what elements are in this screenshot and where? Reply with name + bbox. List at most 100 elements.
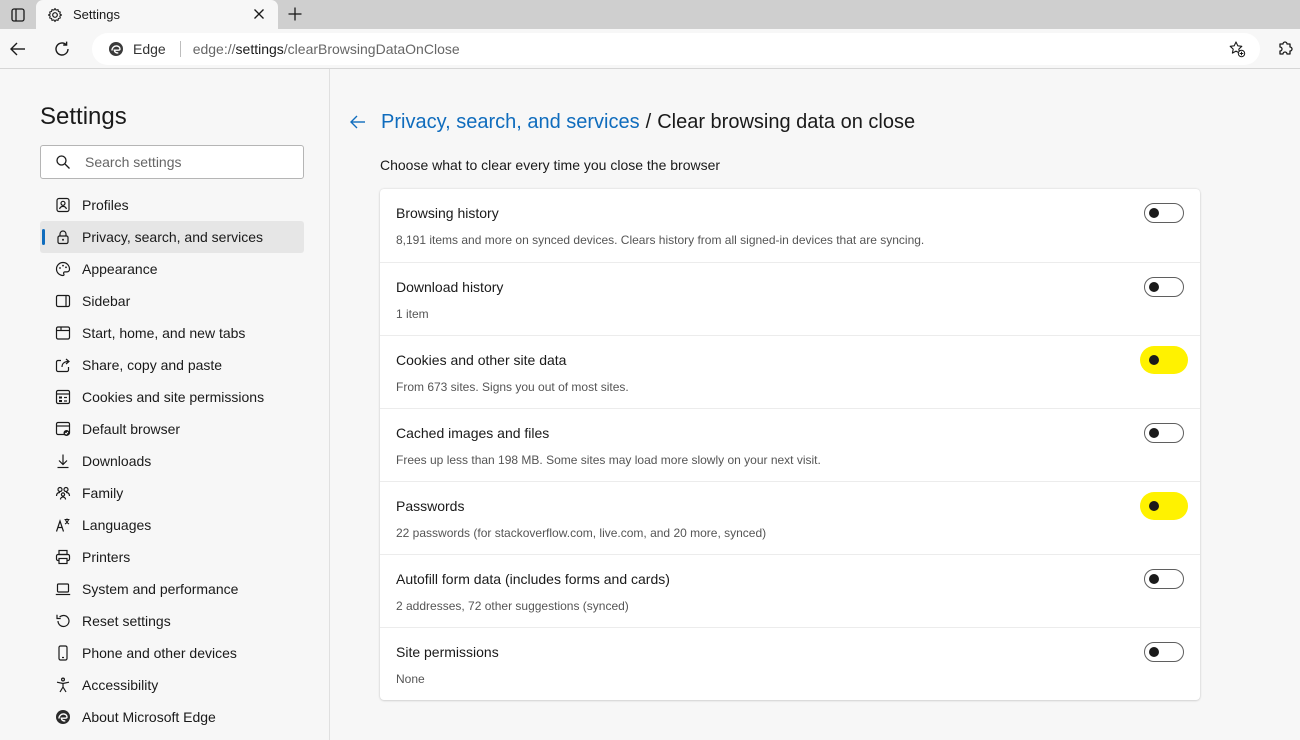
sidebar-item-label: Share, copy and paste	[82, 357, 223, 373]
sidebar-item-about[interactable]: About Microsoft Edge	[40, 701, 304, 733]
clear-options-card: Browsing history 8,191 items and more on…	[380, 189, 1200, 700]
sidebar-item-default-browser[interactable]: Default browser	[40, 413, 304, 445]
lock-icon	[54, 228, 72, 246]
site-identity-label: Edge	[133, 41, 166, 57]
sidebar-item-cookies[interactable]: Cookies and site permissions	[40, 381, 304, 413]
option-description: 1 item	[396, 307, 429, 321]
phone-icon	[54, 644, 72, 662]
download-history-toggle[interactable]	[1144, 277, 1184, 297]
family-icon	[54, 484, 72, 502]
cookies-toggle[interactable]	[1144, 350, 1184, 370]
toggle-knob	[1149, 282, 1159, 292]
intro-text: Choose what to clear every time you clos…	[380, 157, 721, 173]
toggle-knob	[1149, 355, 1159, 365]
sidebar-item-system[interactable]: System and performance	[40, 573, 304, 605]
site-permissions-toggle[interactable]	[1144, 642, 1184, 662]
option-title: Download history	[396, 279, 504, 295]
sidebar-item-profiles[interactable]: Profiles	[40, 189, 304, 221]
settings-sidebar: Settings Profiles Privacy, search, and s…	[0, 69, 330, 740]
option-description: None	[396, 672, 425, 686]
search-input[interactable]	[85, 154, 295, 170]
option-title: Autofill form data (includes forms and c…	[396, 571, 670, 587]
star-add-icon	[1229, 41, 1246, 58]
sidebar-item-reset[interactable]: Reset settings	[40, 605, 304, 637]
toggle-knob	[1149, 208, 1159, 218]
close-icon	[254, 9, 264, 19]
sidebar-item-appearance[interactable]: Appearance	[40, 253, 304, 285]
url-path: /clearBrowsingDataOnClose	[283, 41, 460, 57]
sidebar-item-phone[interactable]: Phone and other devices	[40, 637, 304, 669]
tab-actions-icon	[11, 7, 25, 22]
cached-images-toggle[interactable]	[1144, 423, 1184, 443]
languages-icon	[54, 516, 72, 534]
browsing-history-toggle[interactable]	[1144, 203, 1184, 223]
sidebar-item-label: Start, home, and new tabs	[82, 325, 246, 341]
breadcrumb-parent-link[interactable]: Privacy, search, and services	[381, 111, 640, 134]
site-identity[interactable]: Edge	[108, 41, 166, 57]
sidebar-item-printers[interactable]: Printers	[40, 541, 304, 573]
toolbar: Edge edge://settings/clearBrowsingDataOn…	[0, 29, 1300, 69]
sidebar-item-family[interactable]: Family	[40, 477, 304, 509]
toggle-knob	[1149, 428, 1159, 438]
main-content: Privacy, search, and services / Clear br…	[331, 69, 1300, 740]
reset-icon	[54, 612, 72, 630]
option-description: 2 addresses, 72 other suggestions (synce…	[396, 599, 629, 613]
sidebar-item-label: Profiles	[82, 197, 129, 213]
sidebar-item-downloads[interactable]: Downloads	[40, 445, 304, 477]
plus-icon	[288, 7, 302, 21]
toggle-knob	[1149, 574, 1159, 584]
sidebar-item-label: Cookies and site permissions	[82, 389, 265, 405]
new-tab-button[interactable]	[284, 3, 306, 25]
search-box[interactable]	[40, 145, 304, 179]
toggle-knob	[1149, 647, 1159, 657]
arrow-left-icon	[350, 115, 365, 129]
sidebar-item-label: Phone and other devices	[82, 645, 237, 661]
option-row-browsing-history: Browsing history 8,191 items and more on…	[380, 189, 1200, 262]
sidebar-item-languages[interactable]: Languages	[40, 509, 304, 541]
refresh-button[interactable]	[50, 37, 74, 61]
passwords-toggle[interactable]	[1144, 496, 1184, 516]
download-icon	[54, 452, 72, 470]
add-favorite-button[interactable]	[1228, 40, 1246, 58]
option-title: Browsing history	[396, 205, 499, 221]
sidebar-item-privacy[interactable]: Privacy, search, and services	[40, 221, 304, 253]
sidebar-item-share[interactable]: Share, copy and paste	[40, 349, 304, 381]
sidebar-nav: Profiles Privacy, search, and services A…	[40, 189, 304, 733]
option-row-site-permissions: Site permissions None	[380, 627, 1200, 700]
refresh-icon	[55, 41, 69, 56]
home-tabs-icon	[54, 324, 72, 342]
sidebar-item-label: Reset settings	[82, 613, 171, 629]
sidebar-item-label: Appearance	[82, 261, 158, 277]
sidebar-item-label: Accessibility	[82, 677, 159, 693]
option-row-autofill: Autofill form data (includes forms and c…	[380, 554, 1200, 627]
url-host: settings	[235, 41, 284, 57]
extensions-button[interactable]	[1276, 38, 1298, 60]
option-row-cached-images: Cached images and files Frees up less th…	[380, 408, 1200, 481]
close-tab-button[interactable]	[250, 5, 268, 23]
breadcrumb-separator: /	[645, 110, 652, 133]
sidebar-item-sidebar[interactable]: Sidebar	[40, 285, 304, 317]
sidebar-item-label: Downloads	[82, 453, 152, 469]
edge-logo-icon	[109, 42, 123, 56]
back-button[interactable]	[6, 37, 30, 61]
autofill-toggle[interactable]	[1144, 569, 1184, 589]
puzzle-icon	[1279, 41, 1293, 55]
toggle-knob	[1149, 501, 1159, 511]
sidebar-item-label: System and performance	[82, 581, 239, 597]
sidebar-item-start-home[interactable]: Start, home, and new tabs	[40, 317, 304, 349]
tab-settings[interactable]: Settings	[36, 0, 278, 29]
sidebar-item-label: Privacy, search, and services	[82, 229, 264, 245]
palette-icon	[54, 260, 72, 278]
address-bar[interactable]: Edge edge://settings/clearBrowsingDataOn…	[92, 33, 1260, 65]
option-title: Cached images and files	[396, 425, 550, 441]
option-title: Site permissions	[396, 644, 499, 660]
profile-icon	[54, 196, 72, 214]
option-row-download-history: Download history 1 item	[380, 262, 1200, 335]
sidebar-item-accessibility[interactable]: Accessibility	[40, 669, 304, 701]
accessibility-icon	[54, 676, 72, 694]
option-row-passwords: Passwords 22 passwords (for stackoverflo…	[380, 481, 1200, 554]
sidebar-item-label: Default browser	[82, 421, 181, 437]
back-to-privacy-button[interactable]	[349, 112, 369, 132]
page-title: Clear browsing data on close	[657, 110, 916, 133]
tab-actions-button[interactable]	[0, 0, 36, 29]
